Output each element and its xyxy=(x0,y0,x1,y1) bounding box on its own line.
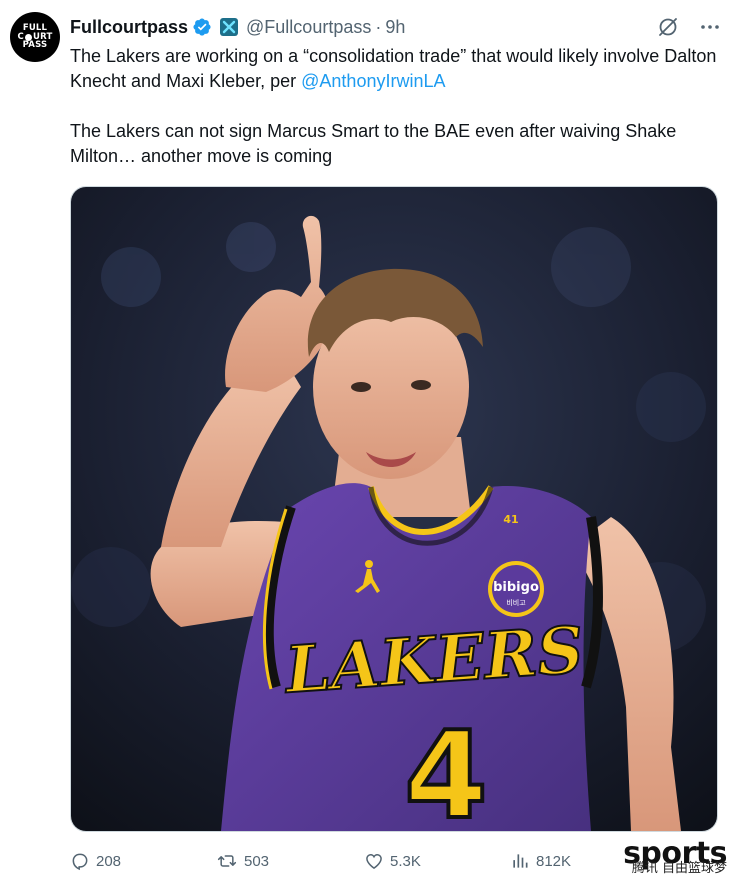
like-count: 5.3K xyxy=(390,852,421,870)
views-count: 812K xyxy=(536,852,572,870)
sponsor-subtext: 비비고 xyxy=(506,598,526,607)
like-icon xyxy=(366,853,382,869)
author-name[interactable]: Fullcourtpass xyxy=(70,17,188,38)
avatar[interactable]: FULL C URT PASS xyxy=(10,12,60,62)
tweet-text: The Lakers are working on a “consolidati… xyxy=(70,44,722,169)
x-affiliate-icon xyxy=(220,18,239,36)
repost-icon xyxy=(217,855,237,867)
like-button[interactable]: 5.3K xyxy=(364,851,421,871)
repost-button[interactable]: 503 xyxy=(216,851,269,871)
repost-count: 503 xyxy=(244,852,270,870)
tweet-time[interactable]: 9h xyxy=(385,17,405,38)
reply-icon xyxy=(72,853,88,871)
more-icon[interactable] xyxy=(699,16,721,38)
avatar-line-3: PASS xyxy=(22,40,48,51)
jersey-number: 4 xyxy=(404,707,488,831)
watermark: sports 腾讯 自由篮球梦 xyxy=(623,839,727,877)
watermark-source: 腾讯 自由篮球梦 xyxy=(631,861,727,876)
collar-number: 41 xyxy=(503,513,518,526)
reply-count: 208 xyxy=(96,852,122,870)
author-handle[interactable]: @Fullcourtpass xyxy=(246,17,371,38)
tweet-paragraph-1: The Lakers are working on a “consolidati… xyxy=(70,46,717,91)
verified-badge-icon xyxy=(193,18,211,36)
tweet-top-actions xyxy=(657,16,721,38)
header-separator: · xyxy=(375,16,382,37)
tweet-paragraph-2: The Lakers can not sign Marcus Smart to … xyxy=(70,121,677,166)
reply-button[interactable]: 208 xyxy=(70,851,121,871)
views-icon xyxy=(513,854,528,868)
views-button[interactable]: 812K xyxy=(510,851,571,871)
tweet-photo[interactable]: bibigo 비비고 41 LAKERS 4 xyxy=(70,186,718,832)
sponsor-logo: bibigo xyxy=(493,580,539,595)
grok-icon[interactable] xyxy=(657,16,679,38)
mention-link[interactable]: @AnthonyIrwinLA xyxy=(301,71,445,91)
tweet-header: Fullcourtpass @Fullcourtpass · 9h xyxy=(70,14,405,40)
